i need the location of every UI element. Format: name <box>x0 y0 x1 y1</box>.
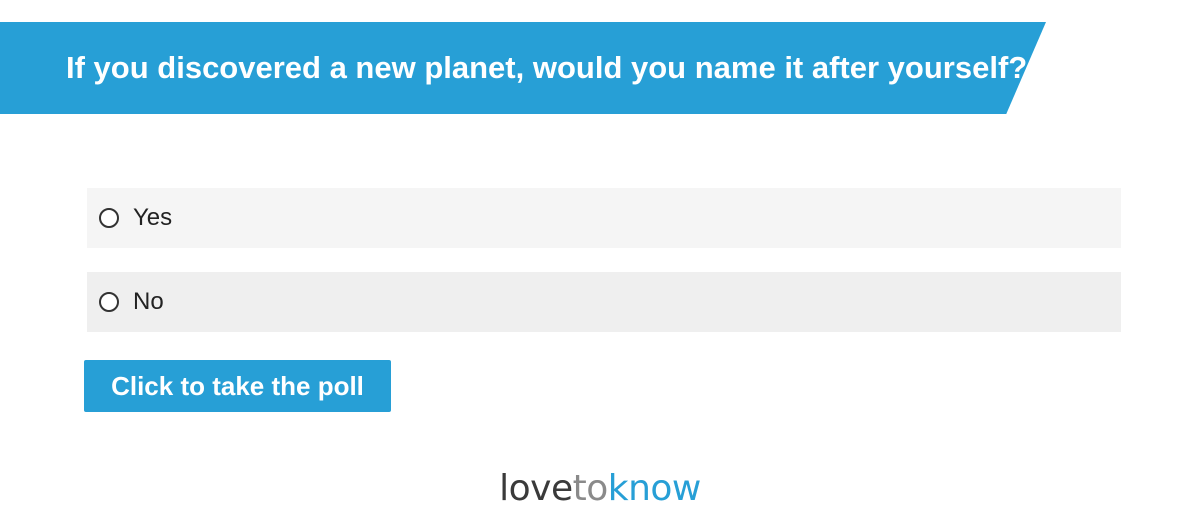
radio-unchecked-icon[interactable] <box>99 292 119 312</box>
option-label-yes: Yes <box>133 204 173 231</box>
question-banner: If you discovered a new planet, would yo… <box>0 22 1046 114</box>
poll-options: Yes No <box>87 188 1121 332</box>
take-poll-button[interactable]: Click to take the poll <box>84 360 391 412</box>
poll-question: If you discovered a new planet, would yo… <box>66 50 1028 85</box>
option-label-no: No <box>133 288 164 315</box>
option-no[interactable]: No <box>87 272 1121 332</box>
logo-part-to: to <box>572 468 609 509</box>
lovetoknow-logo[interactable]: lovetoknow <box>0 468 1200 509</box>
logo-part-know: know <box>607 468 702 509</box>
option-yes[interactable]: Yes <box>87 188 1121 248</box>
logo-part-love: love <box>499 468 573 509</box>
radio-unchecked-icon[interactable] <box>99 208 119 228</box>
poll-widget: If you discovered a new planet, would yo… <box>0 0 1200 525</box>
